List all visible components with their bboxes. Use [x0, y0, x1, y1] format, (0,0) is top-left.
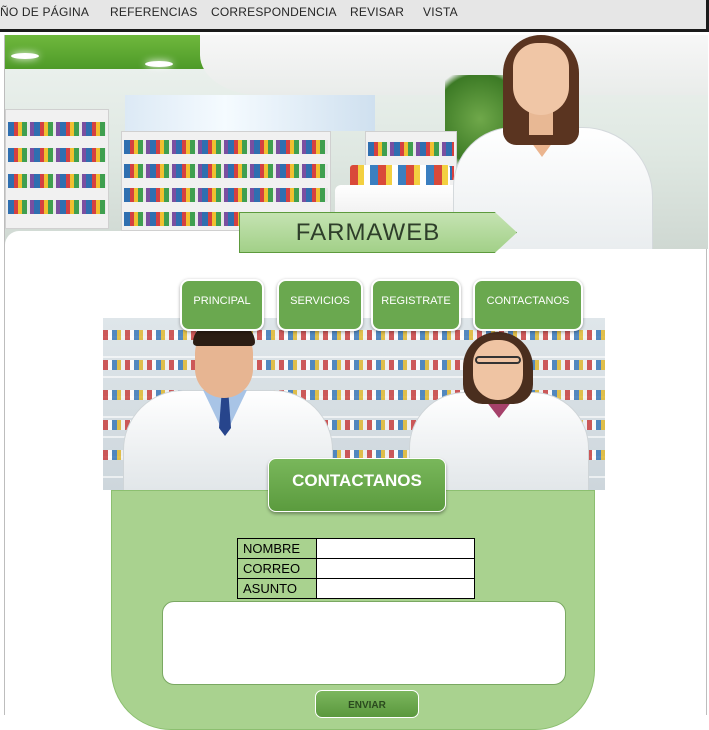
contact-form-table: NOMBRE CORREO ASUNTO: [237, 538, 475, 599]
asunto-input[interactable]: [317, 579, 474, 598]
nombre-cell: [316, 538, 475, 559]
form-row-asunto: ASUNTO: [237, 578, 475, 599]
banner-bottom-curve: [5, 231, 245, 249]
female-pharmacist-face: [473, 340, 523, 400]
form-row-correo: CORREO: [237, 558, 475, 579]
nav-contactanos-button[interactable]: CONTACTANOS: [473, 279, 583, 331]
document-page: FARMAWEB PRINCIPAL SERVICIOS REGISTRATE …: [4, 35, 708, 730]
nav-registrate-button[interactable]: REGISTRATE: [371, 279, 461, 331]
form-row-nombre: NOMBRE: [237, 538, 475, 559]
ribbon-bar: ÑO DE PÁGINA REFERENCIAS CORRESPONDENCIA…: [0, 0, 709, 32]
nav-servicios-button[interactable]: SERVICIOS: [277, 279, 363, 331]
ribbon-tab-page-design[interactable]: ÑO DE PÁGINA: [0, 5, 89, 19]
ribbon-tab-view[interactable]: VISTA: [423, 5, 458, 19]
pharmacist-face: [513, 43, 569, 115]
ribbon-tab-mailings[interactable]: CORRESPONDENCIA: [211, 5, 337, 19]
message-textarea[interactable]: [163, 602, 565, 684]
ceiling-lamp: [145, 61, 173, 67]
nav-principal-button[interactable]: PRINCIPAL: [180, 279, 264, 331]
nombre-input[interactable]: [317, 539, 474, 558]
correo-input[interactable]: [317, 559, 474, 578]
ribbon-tab-review[interactable]: REVISAR: [350, 5, 404, 19]
correo-label: CORREO: [237, 558, 317, 579]
site-title: FARMAWEB: [295, 219, 441, 246]
message-box: [162, 601, 566, 685]
ribbon-tab-references[interactable]: REFERENCIAS: [110, 5, 198, 19]
ceiling-lamp: [11, 53, 39, 59]
nombre-label: NOMBRE: [237, 538, 317, 559]
asunto-cell: [316, 578, 475, 599]
send-button[interactable]: ENVIAR: [315, 690, 419, 718]
shelf-unit-left: [5, 109, 109, 229]
asunto-label: ASUNTO: [237, 578, 317, 599]
banner-windows: [125, 95, 375, 131]
correo-cell: [316, 558, 475, 579]
photo-shelf-row: [103, 330, 605, 340]
female-pharmacist-glasses: [475, 356, 521, 364]
contact-title: CONTACTANOS: [268, 458, 446, 512]
